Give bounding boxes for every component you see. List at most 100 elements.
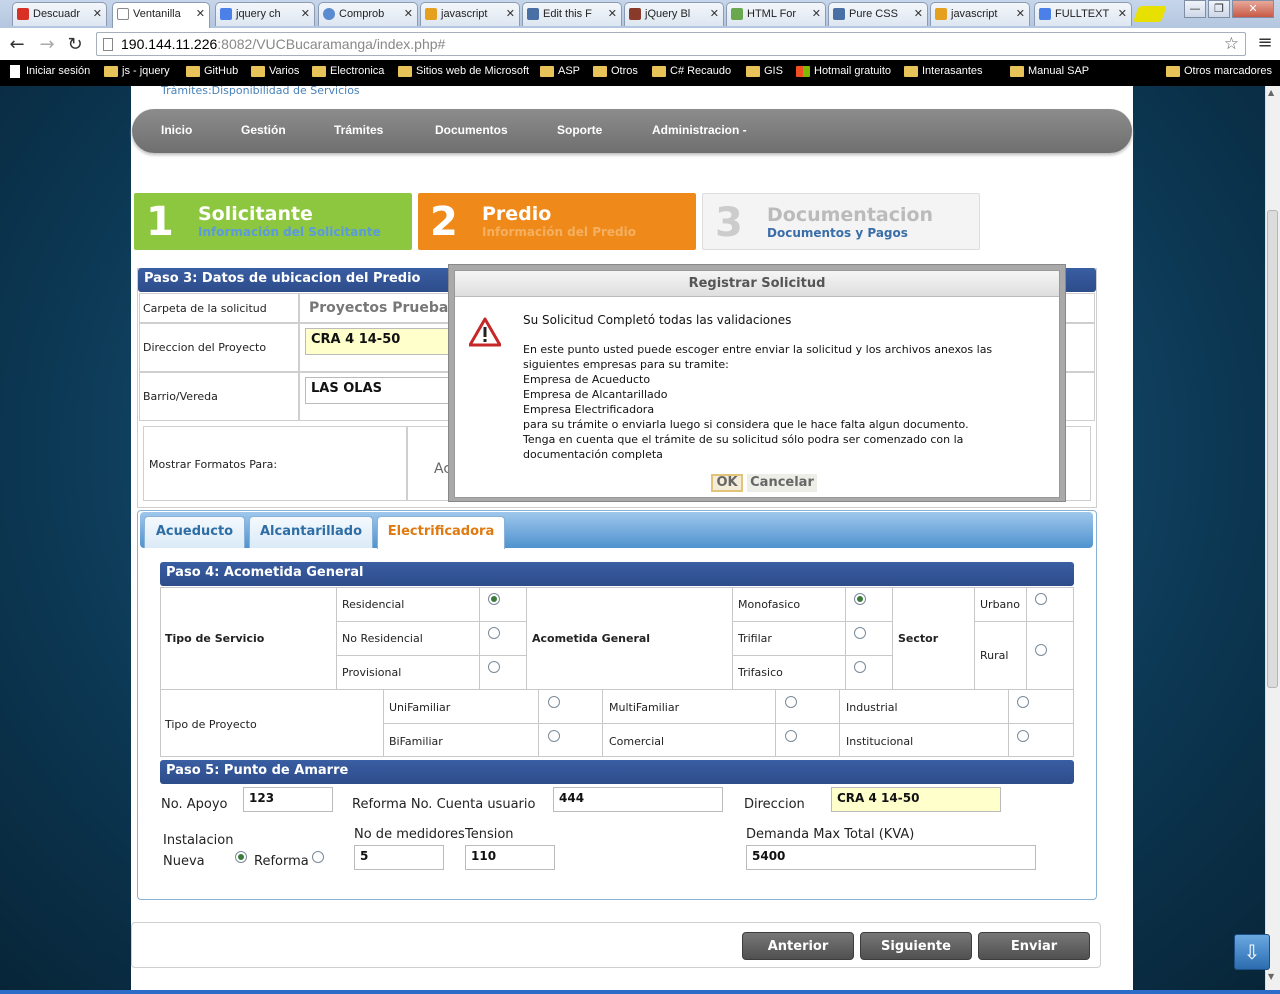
- folder-icon: [398, 66, 412, 77]
- close-tab-icon[interactable]: ✕: [608, 7, 617, 20]
- menu-soporte[interactable]: Soporte: [557, 123, 602, 137]
- barrio-input[interactable]: LAS OLAS: [305, 377, 453, 404]
- bookmark-folder[interactable]: js - jquery: [104, 65, 170, 77]
- star-bookmark-icon[interactable]: ☆: [1224, 34, 1239, 54]
- bookmark-folder[interactable]: ASP: [540, 65, 580, 77]
- browser-tab[interactable]: Pure CSS ✕: [828, 2, 928, 26]
- close-tab-icon[interactable]: ✕: [93, 7, 102, 20]
- folder-icon: [904, 66, 918, 77]
- no-residencial-radio[interactable]: [488, 627, 500, 639]
- provisional-radio[interactable]: [488, 661, 500, 673]
- close-tab-icon[interactable]: ✕: [1118, 7, 1127, 20]
- barrio-label: Barrio/Vereda: [143, 390, 218, 403]
- browser-tab[interactable]: jQuery Bl ✕: [624, 2, 724, 26]
- siguiente-button[interactable]: Siguiente: [860, 932, 972, 960]
- bookmark-folder[interactable]: Varios: [251, 65, 299, 77]
- browser-tab-active[interactable]: Ventanilla ✕: [112, 2, 210, 28]
- industrial-radio[interactable]: [1017, 696, 1029, 708]
- close-tab-icon[interactable]: ✕: [710, 7, 719, 20]
- multifamiliar-radio[interactable]: [785, 696, 797, 708]
- close-tab-icon[interactable]: ✕: [301, 7, 310, 20]
- close-tab-icon[interactable]: ✕: [506, 7, 515, 20]
- urbano-radio[interactable]: [1035, 593, 1047, 605]
- scrollbar-thumb[interactable]: [1267, 210, 1278, 688]
- rural-radio[interactable]: [1035, 644, 1047, 656]
- folder-icon: [652, 66, 666, 77]
- institucional-radio[interactable]: [1017, 730, 1029, 742]
- bookmark-folder[interactable]: GitHub: [186, 65, 238, 77]
- scroll-down-icon[interactable]: ▼: [1268, 972, 1274, 981]
- bookmark-folder[interactable]: GIS: [746, 65, 783, 77]
- browser-tab[interactable]: Descuadr ✕: [12, 2, 107, 26]
- step-solicitante[interactable]: 1 Solicitante Información del Solicitant…: [134, 193, 412, 250]
- demanda-input[interactable]: 5400: [746, 845, 1036, 870]
- stackoverflow-favicon-icon: [425, 8, 437, 20]
- close-tab-icon[interactable]: ✕: [812, 7, 821, 20]
- apoyo-label: No. Apoyo: [161, 797, 228, 812]
- new-tab-button[interactable]: [1133, 6, 1167, 22]
- apoyo-input[interactable]: 123: [243, 787, 333, 812]
- bookmark-folder[interactable]: Otros: [593, 65, 638, 77]
- browser-tab[interactable]: Comprob ✕: [318, 2, 418, 26]
- bookmark-folder[interactable]: Manual SAP: [1010, 65, 1089, 77]
- browser-tab[interactable]: Edit this F ✕: [522, 2, 622, 26]
- close-window-button[interactable]: ✕: [1232, 0, 1274, 18]
- dialog-cancel-button[interactable]: Cancelar: [747, 474, 817, 492]
- browser-tab[interactable]: javascript ✕: [420, 2, 520, 26]
- reforma-cuenta-input[interactable]: 444: [553, 787, 723, 812]
- direccion-amarre-input[interactable]: CRA 4 14-50: [831, 787, 1001, 812]
- tab-acueducto[interactable]: Acueducto: [144, 516, 245, 548]
- trifilar-radio[interactable]: [854, 627, 866, 639]
- menu-tramites[interactable]: Trámites: [334, 123, 383, 137]
- bookmark-item[interactable]: Hotmail gratuito: [796, 65, 891, 77]
- reload-icon[interactable]: ↻: [64, 34, 86, 55]
- scroll-up-icon[interactable]: ▲: [1268, 88, 1274, 97]
- residencial-radio[interactable]: [488, 593, 500, 605]
- medidores-input[interactable]: 5: [354, 845, 444, 870]
- browser-tab[interactable]: javascript ✕: [930, 2, 1030, 26]
- menu-inicio[interactable]: Inicio: [161, 123, 192, 137]
- grid-line: [1026, 587, 1027, 689]
- gmail-favicon-icon: [17, 8, 29, 20]
- maximize-button[interactable]: ❐: [1208, 0, 1230, 18]
- bookmark-folder[interactable]: Sitios web de Microsoft: [398, 65, 529, 77]
- menu-icon[interactable]: ≡: [1254, 32, 1276, 53]
- minimize-button[interactable]: —: [1184, 0, 1206, 18]
- tab-alcantarillado[interactable]: Alcantarillado: [249, 516, 373, 548]
- html-favicon-icon: [731, 8, 743, 20]
- close-tab-icon[interactable]: ✕: [1016, 7, 1025, 20]
- bookmark-folder[interactable]: Interasantes: [904, 65, 983, 77]
- menu-administracion[interactable]: Administracion -: [652, 123, 747, 137]
- close-tab-icon[interactable]: ✕: [404, 7, 413, 20]
- other-bookmarks-folder[interactable]: Otros marcadores: [1166, 65, 1272, 77]
- browser-tab[interactable]: jquery ch ✕: [215, 2, 315, 26]
- menu-documentos[interactable]: Documentos: [435, 123, 508, 137]
- bookmark-folder[interactable]: Electronica: [312, 65, 384, 77]
- dialog-ok-button[interactable]: OK: [711, 474, 743, 492]
- address-bar[interactable]: 190.144.11.226:8082/VUCBucaramanga/index…: [96, 32, 1246, 56]
- enviar-button[interactable]: Enviar: [978, 932, 1090, 960]
- anterior-button[interactable]: Anterior: [742, 932, 854, 960]
- unifamiliar-radio[interactable]: [548, 696, 560, 708]
- bookmark-folder[interactable]: C# Recaudo: [652, 65, 731, 77]
- trifasico-radio[interactable]: [854, 661, 866, 673]
- forward-arrow-icon[interactable]: →: [36, 34, 58, 55]
- step-predio[interactable]: 2 Predio Información del Predio: [418, 193, 696, 250]
- browser-tab[interactable]: FULLTEXT ✕: [1034, 2, 1132, 26]
- browser-tab[interactable]: HTML For ✕: [726, 2, 826, 26]
- tension-input[interactable]: 110: [465, 845, 555, 870]
- nueva-radio[interactable]: [235, 851, 247, 863]
- tab-electrificadora[interactable]: Electrificadora: [377, 516, 505, 549]
- bookmark-item[interactable]: Iniciar sesión: [8, 65, 90, 78]
- comercial-radio[interactable]: [785, 730, 797, 742]
- reforma-radio[interactable]: [312, 851, 324, 863]
- direccion-proyecto-input[interactable]: CRA 4 14-50: [305, 328, 453, 355]
- monofasico-radio[interactable]: [854, 593, 866, 605]
- close-tab-icon[interactable]: ✕: [914, 7, 923, 20]
- step-documentacion[interactable]: 3 Documentacion Documentos y Pagos: [702, 193, 980, 250]
- close-tab-icon[interactable]: ✕: [196, 7, 205, 20]
- menu-gestion[interactable]: Gestión: [241, 123, 286, 137]
- back-arrow-icon[interactable]: ←: [6, 34, 28, 55]
- bifamiliar-radio[interactable]: [548, 730, 560, 742]
- scroll-bottom-arrow-icon[interactable]: ⇩: [1234, 934, 1270, 970]
